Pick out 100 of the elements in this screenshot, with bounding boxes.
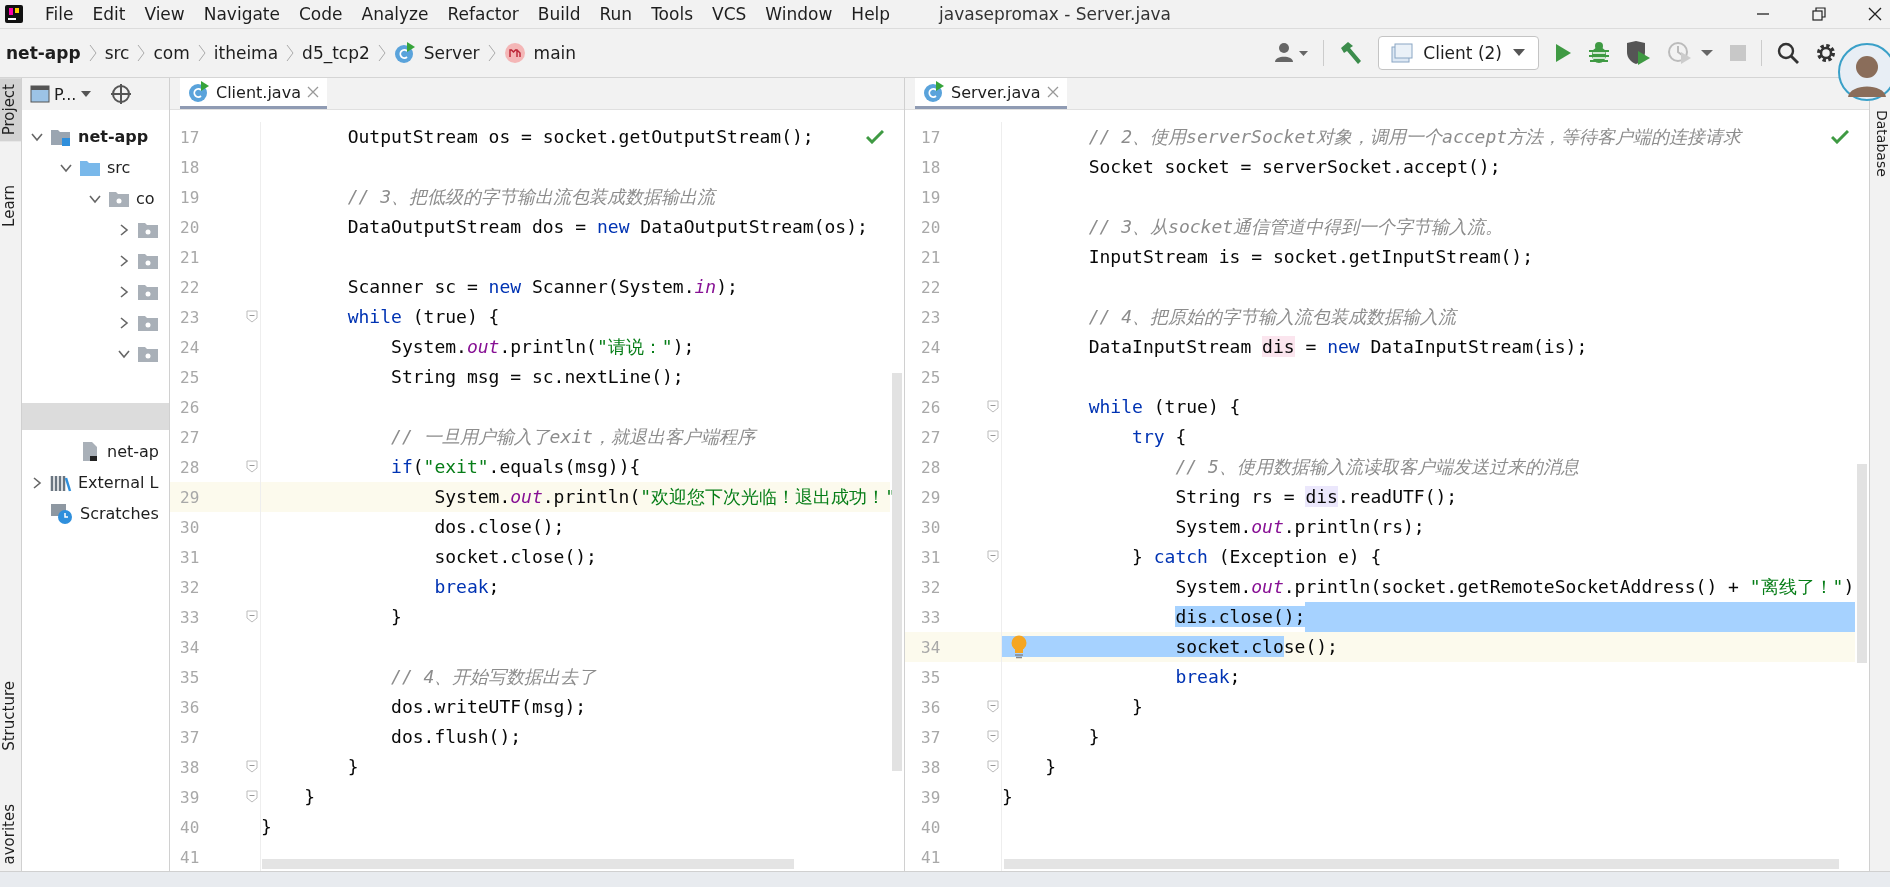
scrollbar-thumb[interactable] — [1857, 464, 1867, 663]
editor-tab[interactable]: Server.java — [915, 78, 1067, 109]
line-number: 39 — [920, 787, 941, 807]
lightbulb-icon[interactable] — [1010, 635, 1028, 659]
menu-item[interactable]: VCS — [712, 4, 747, 24]
class-icon — [188, 81, 210, 103]
caret-icon[interactable] — [80, 90, 93, 98]
menu-item[interactable]: Help — [851, 4, 891, 24]
tool-window-tab[interactable]: Project — [0, 78, 21, 142]
breadcrumb-separator-icon — [137, 44, 146, 62]
menu-item[interactable]: Build — [537, 4, 581, 24]
crosshair-icon[interactable] — [110, 83, 133, 105]
fold-marker-icon[interactable] — [246, 760, 258, 773]
line-number: 39 — [179, 787, 200, 807]
fold-marker-icon[interactable] — [246, 310, 258, 323]
panel-title-dropdown[interactable]: P... — [54, 84, 77, 104]
restore-icon[interactable] — [1812, 7, 1826, 21]
menu-item[interactable]: View — [144, 4, 185, 24]
fold-marker-icon[interactable] — [987, 700, 999, 713]
fold-marker-icon[interactable] — [987, 430, 999, 443]
menu-item[interactable]: Window — [765, 4, 833, 24]
menu-item[interactable]: Navigate — [203, 4, 280, 24]
breadcrumb-item[interactable]: src — [104, 43, 130, 63]
settings-icon[interactable] — [1814, 41, 1838, 65]
line-number: 26 — [920, 397, 941, 417]
user-icon[interactable] — [1275, 42, 1310, 64]
line-number: 22 — [179, 277, 200, 297]
breadcrumb-item[interactable]: main — [533, 43, 577, 63]
menu-item[interactable]: Analyze — [361, 4, 429, 24]
line-number: 25 — [179, 367, 200, 387]
line-number: 18 — [920, 157, 941, 177]
tree-item[interactable]: src — [107, 158, 131, 177]
code-line: DataInputStream dis = new DataInputStream(is); — [1087, 335, 1588, 359]
code-line: socket.close(); — [433, 545, 597, 569]
tree-item[interactable]: External L — [78, 473, 159, 492]
fold-marker-icon[interactable] — [987, 400, 999, 413]
fold-marker-icon[interactable] — [987, 760, 999, 773]
scrollbar-thumb[interactable] — [892, 373, 902, 771]
breadcrumb-item[interactable]: Server — [423, 43, 480, 63]
breadcrumb-item[interactable]: d5_tcp2 — [302, 43, 370, 63]
window-icon — [1391, 43, 1414, 63]
tree-item[interactable]: Scratches — [80, 504, 159, 523]
tool-window-tab[interactable]: avorites — [0, 798, 21, 871]
caret-icon — [1512, 48, 1526, 58]
code-line: } — [1044, 755, 1057, 779]
tool-window-tab[interactable]: Structure — [0, 674, 21, 757]
tree-item[interactable]: co — [136, 189, 155, 208]
menu-item[interactable]: File — [45, 4, 74, 24]
menu-item[interactable]: Edit — [92, 4, 126, 24]
tree-item[interactable]: net-app — [78, 127, 149, 146]
code-line: String msg = sc.nextLine(); — [390, 365, 684, 389]
line-number: 40 — [179, 817, 200, 837]
tool-window-tab[interactable]: Database — [1870, 106, 1890, 181]
line-number: 31 — [179, 547, 200, 567]
panel-icon — [30, 85, 50, 103]
breadcrumb-item[interactable]: com — [153, 43, 190, 63]
tree-item[interactable]: net-ap — [107, 442, 159, 461]
code-line: } catch (Exception e) { — [1131, 545, 1382, 569]
scratches-icon — [50, 502, 74, 525]
code-line: // 3、从socket通信管道中得到一个字节输入流。 — [1087, 215, 1504, 239]
menu-item[interactable]: Run — [599, 4, 633, 24]
line-number: 22 — [920, 277, 941, 297]
bug-icon[interactable] — [1587, 41, 1611, 65]
line-number: 30 — [179, 517, 200, 537]
horizontal-scrollbar[interactable] — [262, 859, 794, 869]
close-icon[interactable] — [1868, 7, 1882, 21]
line-number: 36 — [920, 697, 941, 717]
fold-marker-icon[interactable] — [246, 610, 258, 623]
profiler-icon[interactable] — [1667, 40, 1715, 66]
editor-tab[interactable]: Client.java — [180, 78, 327, 109]
breadcrumb-separator-icon — [286, 44, 295, 62]
line-number: 26 — [179, 397, 200, 417]
breadcrumb-item[interactable]: itheima — [213, 43, 279, 63]
run-icon[interactable] — [1553, 42, 1573, 64]
fold-marker-icon[interactable] — [246, 460, 258, 473]
fold-marker-icon[interactable] — [987, 730, 999, 743]
fold-marker-icon[interactable] — [246, 790, 258, 803]
code-line: // 4、把原始的字节输入流包装成数据输入流 — [1087, 305, 1457, 329]
code-line: OutputStream os = socket.getOutputStream(); — [346, 125, 814, 149]
app-logo-icon — [4, 4, 24, 24]
run-configuration-dropdown[interactable]: Client (2) — [1378, 36, 1539, 70]
breadcrumb-separator-icon — [197, 44, 206, 62]
code-line: Socket socket = serverSocket.accept(); — [1087, 155, 1501, 179]
code-line: System.out.println(socket.getRemoteSocketAddress() + "离线了！") — [1174, 575, 1855, 599]
class-icon — [923, 81, 945, 103]
breadcrumb-separator-icon — [88, 44, 97, 62]
menu-item[interactable]: Code — [299, 4, 343, 24]
menu-item[interactable]: Tools — [651, 4, 693, 24]
code-line: String rs = dis.readUTF(); — [1174, 485, 1458, 509]
line-number: 19 — [179, 187, 200, 207]
line-number: 37 — [179, 727, 200, 747]
line-number: 30 — [920, 517, 941, 537]
search-icon[interactable] — [1776, 41, 1800, 65]
tool-window-tab[interactable]: Learn — [0, 179, 21, 234]
line-number: 25 — [920, 367, 941, 387]
fold-marker-icon[interactable] — [987, 550, 999, 563]
code-line: dos.flush(); — [390, 725, 522, 749]
menu-item[interactable]: Refactor — [447, 4, 519, 24]
breadcrumb-item[interactable]: net-app — [6, 43, 81, 63]
horizontal-scrollbar[interactable] — [1004, 859, 1839, 869]
